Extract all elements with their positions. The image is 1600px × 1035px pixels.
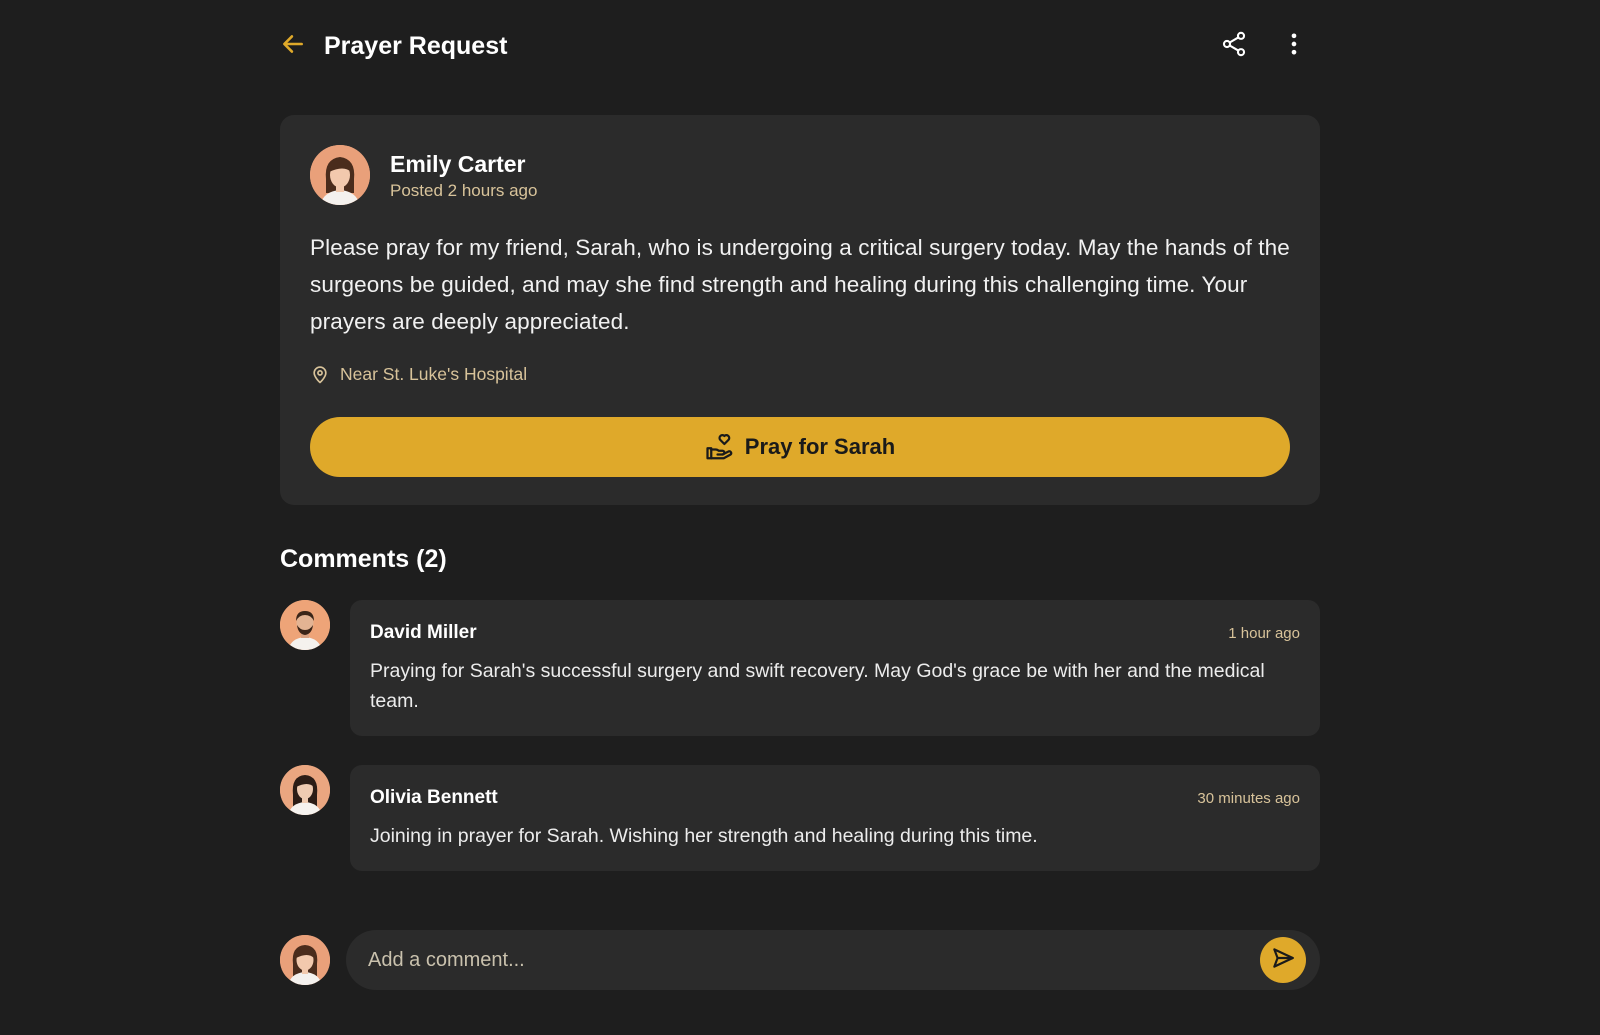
- header-actions: [1218, 30, 1310, 62]
- comment-item: David Miller 1 hour ago Praying for Sara…: [280, 600, 1320, 736]
- arrow-left-icon: [280, 31, 306, 62]
- comment-text: Joining in prayer for Sarah. Wishing her…: [370, 825, 1038, 847]
- top-bar: Prayer Request: [280, 24, 1320, 68]
- location-pin-icon: [310, 365, 330, 385]
- comment-text: Praying for Sarah's successful surgery a…: [370, 660, 1265, 712]
- comment-author[interactable]: David Miller: [370, 622, 477, 644]
- location-label: Near St. Luke's Hospital: [340, 364, 528, 384]
- comment-header: Olivia Bennett 30 minutes ago: [370, 787, 1300, 809]
- author-name[interactable]: Emily Carter: [390, 149, 537, 179]
- commenter-avatar[interactable]: [280, 765, 330, 815]
- comment-timestamp: 30 minutes ago: [1197, 790, 1300, 807]
- commenter-avatar[interactable]: [280, 600, 330, 650]
- page-title: Prayer Request: [324, 31, 508, 60]
- pray-button-label: Pray for Sarah: [744, 434, 896, 459]
- prayer-request-page: Prayer Request Emily Carter Posted 2 hou…: [280, 0, 1320, 1035]
- more-vertical-icon: [1280, 30, 1308, 63]
- share-button[interactable]: [1218, 30, 1250, 62]
- location-row: Near St. Luke's Hospital: [310, 364, 1290, 385]
- post-body: Please pray for my friend, Sarah, who is…: [310, 235, 1290, 334]
- comments-heading: Comments (2): [280, 545, 447, 573]
- share-icon: [1220, 30, 1248, 63]
- prayer-request-card: Emily Carter Posted 2 hours ago Please p…: [280, 115, 1320, 505]
- comment-header: David Miller 1 hour ago: [370, 622, 1300, 644]
- comment-card: David Miller 1 hour ago Praying for Sara…: [350, 600, 1320, 736]
- current-user-avatar: [280, 935, 330, 985]
- comment-card: Olivia Bennett 30 minutes ago Joining in…: [350, 765, 1320, 871]
- send-button[interactable]: [1260, 937, 1306, 983]
- back-button[interactable]: [280, 30, 312, 62]
- comment-input[interactable]: [366, 947, 1260, 973]
- post-timestamp: Posted 2 hours ago: [390, 181, 538, 200]
- comment-item: Olivia Bennett 30 minutes ago Joining in…: [280, 765, 1320, 871]
- pray-button[interactable]: Pray for Sarah: [310, 417, 1290, 477]
- hand-heart-icon: [705, 432, 735, 462]
- comment-input-wrapper: [346, 930, 1320, 990]
- send-icon: [1270, 945, 1296, 976]
- comment-timestamp: 1 hour ago: [1228, 625, 1300, 642]
- author-avatar[interactable]: [310, 145, 370, 205]
- comment-composer: [280, 930, 1320, 990]
- author-info: Emily Carter Posted 2 hours ago: [390, 149, 537, 201]
- more-options-button[interactable]: [1278, 30, 1310, 62]
- comment-author[interactable]: Olivia Bennett: [370, 787, 498, 809]
- author-row: Emily Carter Posted 2 hours ago: [310, 145, 1290, 205]
